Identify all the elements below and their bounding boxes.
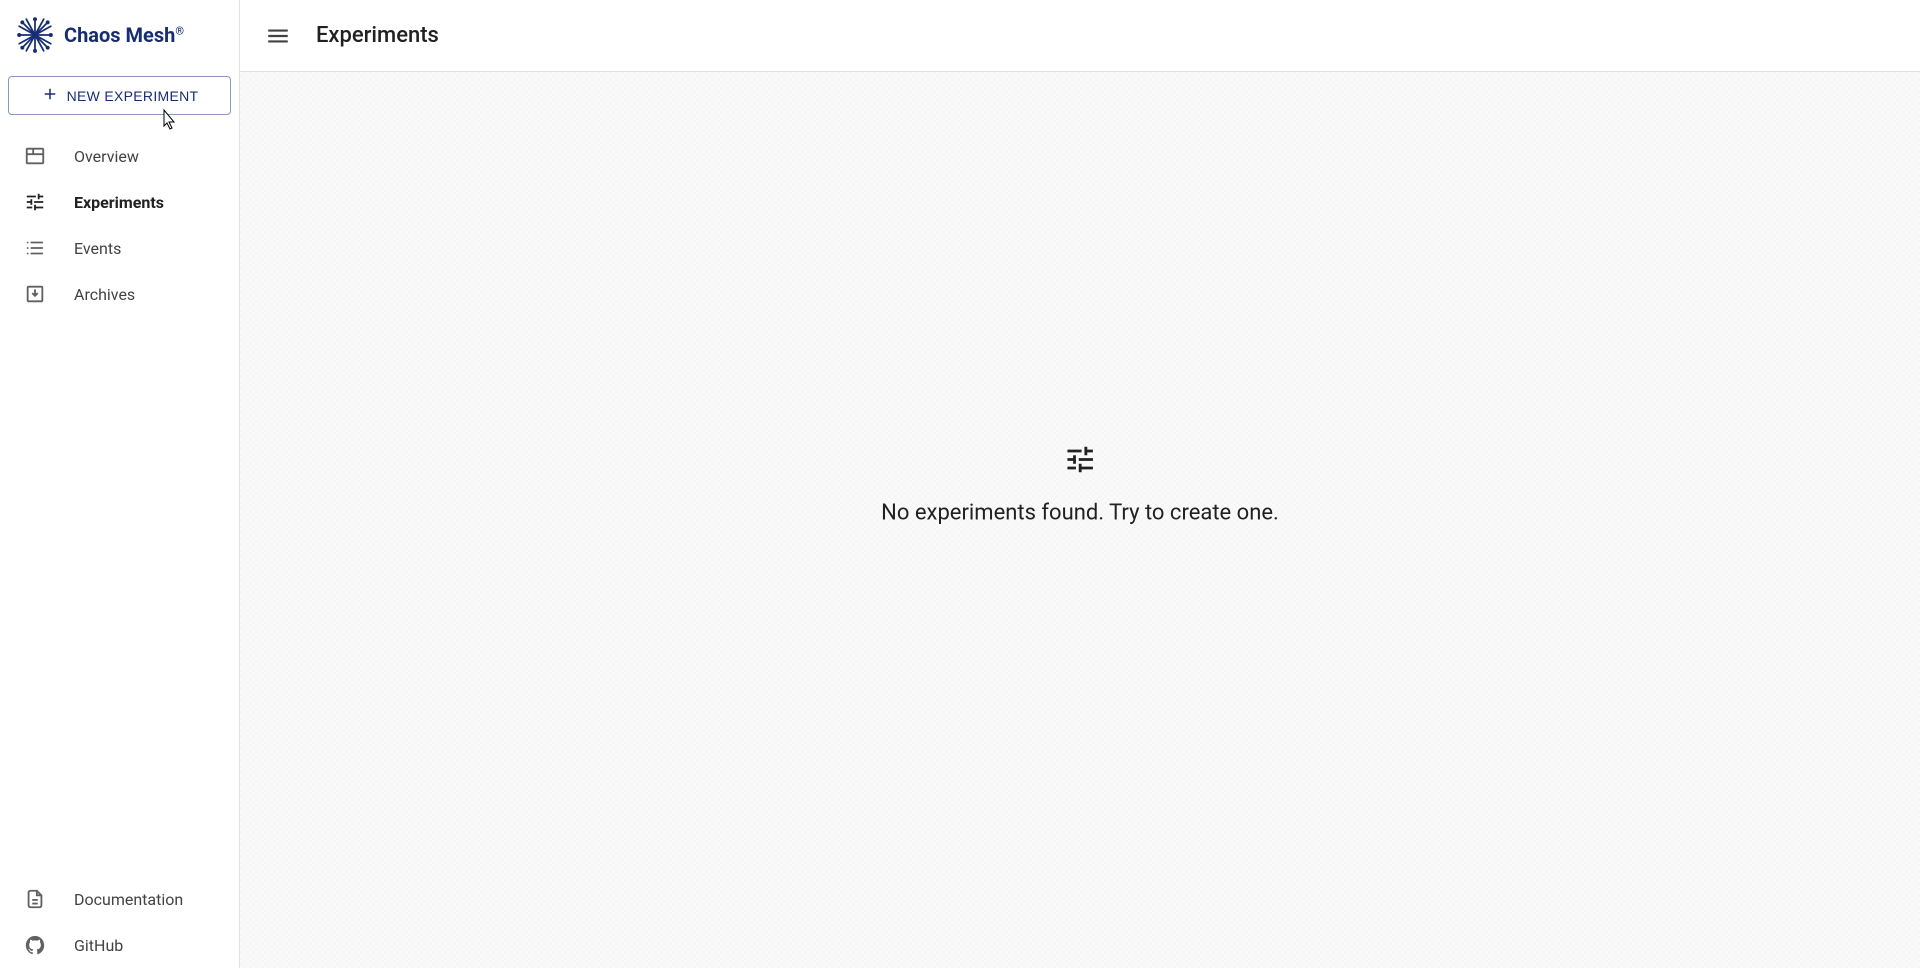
empty-state: No experiments found. Try to create one. [881,443,1279,526]
sidebar-item-overview[interactable]: Overview [0,133,239,179]
sidebar-item-label: Events [74,239,121,258]
sidebar-footer: Documentation GitHub [0,876,239,968]
dashboard-icon [24,145,46,167]
sidebar-item-label: Archives [74,285,135,304]
sidebar-item-label: Documentation [74,890,183,909]
sidebar-item-events[interactable]: Events [0,225,239,271]
events-icon [24,237,46,259]
sidebar-item-documentation[interactable]: Documentation [0,876,239,922]
sidebar-item-archives[interactable]: Archives [0,271,239,317]
github-icon [24,934,46,956]
sidebar-item-experiments[interactable]: Experiments [0,179,239,225]
sidebar-item-label: Overview [74,147,139,166]
sidebar-item-label: Experiments [74,193,164,212]
hamburger-icon [265,23,291,49]
tune-icon [1063,443,1097,481]
main: Experiments No experiments found. Try to… [240,0,1920,968]
new-experiment-button[interactable]: NEW EXPERIMENT [8,76,231,115]
plus-icon [41,85,59,106]
sidebar-item-label: GitHub [74,936,123,955]
archive-icon [24,283,46,305]
page-title: Experiments [316,23,439,48]
chaos-mesh-logo-icon [16,16,54,54]
brand-name: Chaos Mesh® [64,23,184,47]
topbar: Experiments [240,0,1920,72]
sidebar: Chaos Mesh® NEW EXPERIMENT [0,0,240,968]
new-experiment-label: NEW EXPERIMENT [67,88,199,104]
sidebar-nav: Overview Experiments [0,125,239,876]
document-icon [24,888,46,910]
empty-state-message: No experiments found. Try to create one. [881,501,1279,526]
menu-toggle-button[interactable] [264,22,292,50]
tune-icon [24,191,46,213]
content-area: No experiments found. Try to create one. [240,72,1920,968]
sidebar-item-github[interactable]: GitHub [0,922,239,968]
brand-logo-area[interactable]: Chaos Mesh® [0,8,239,70]
